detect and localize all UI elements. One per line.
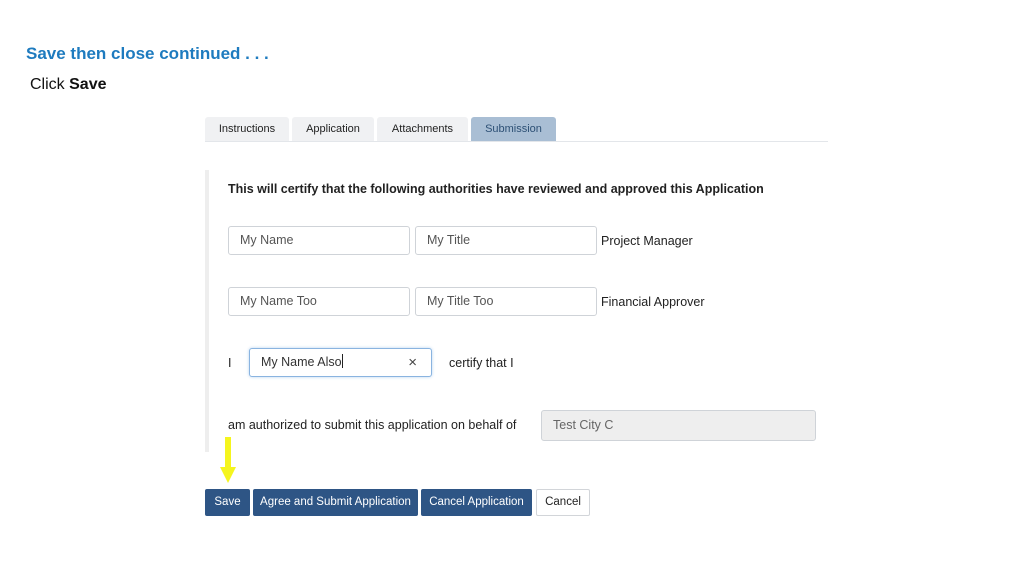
agree-submit-button[interactable]: Agree and Submit Application — [253, 489, 418, 516]
instruction-target: Save — [69, 76, 107, 93]
approver-2-title-input[interactable]: My Title Too — [415, 287, 597, 316]
tab-attachments[interactable]: Attachments — [377, 117, 468, 141]
instruction-text: Click Save — [30, 76, 107, 94]
clear-icon[interactable]: × — [408, 349, 417, 376]
instruction-prefix: Click — [30, 76, 65, 93]
approver-2-name-input[interactable]: My Name Too — [228, 287, 410, 316]
cancel-application-button[interactable]: Cancel Application — [421, 489, 532, 516]
text-caret — [341, 354, 343, 368]
tab-submission[interactable]: Submission — [471, 117, 556, 141]
certify-suffix: certify that I — [449, 356, 514, 370]
panel-border — [205, 170, 209, 452]
slide-title: Save then close continued . . . — [26, 44, 269, 63]
annotation-arrow-icon — [220, 437, 236, 483]
cancel-button[interactable]: Cancel — [536, 489, 590, 516]
tab-application[interactable]: Application — [292, 117, 374, 141]
behalf-label: am authorized to submit this application… — [228, 418, 517, 432]
certifier-name-value: My Name Also — [261, 355, 342, 369]
approver-1-role: Project Manager — [601, 234, 693, 248]
approver-1-name-input[interactable]: My Name — [228, 226, 410, 255]
tab-instructions[interactable]: Instructions — [205, 117, 289, 141]
organization-field: Test City C — [541, 410, 816, 441]
approver-1-title-input[interactable]: My Title — [415, 226, 597, 255]
certify-prefix: I — [228, 356, 232, 370]
tab-bar: Instructions Application Attachments Sub… — [205, 117, 828, 142]
certification-heading: This will certify that the following aut… — [228, 182, 764, 196]
save-button[interactable]: Save — [205, 489, 250, 516]
approver-2-role: Financial Approver — [601, 295, 705, 309]
certifier-name-input[interactable]: My Name Also × — [249, 348, 432, 377]
